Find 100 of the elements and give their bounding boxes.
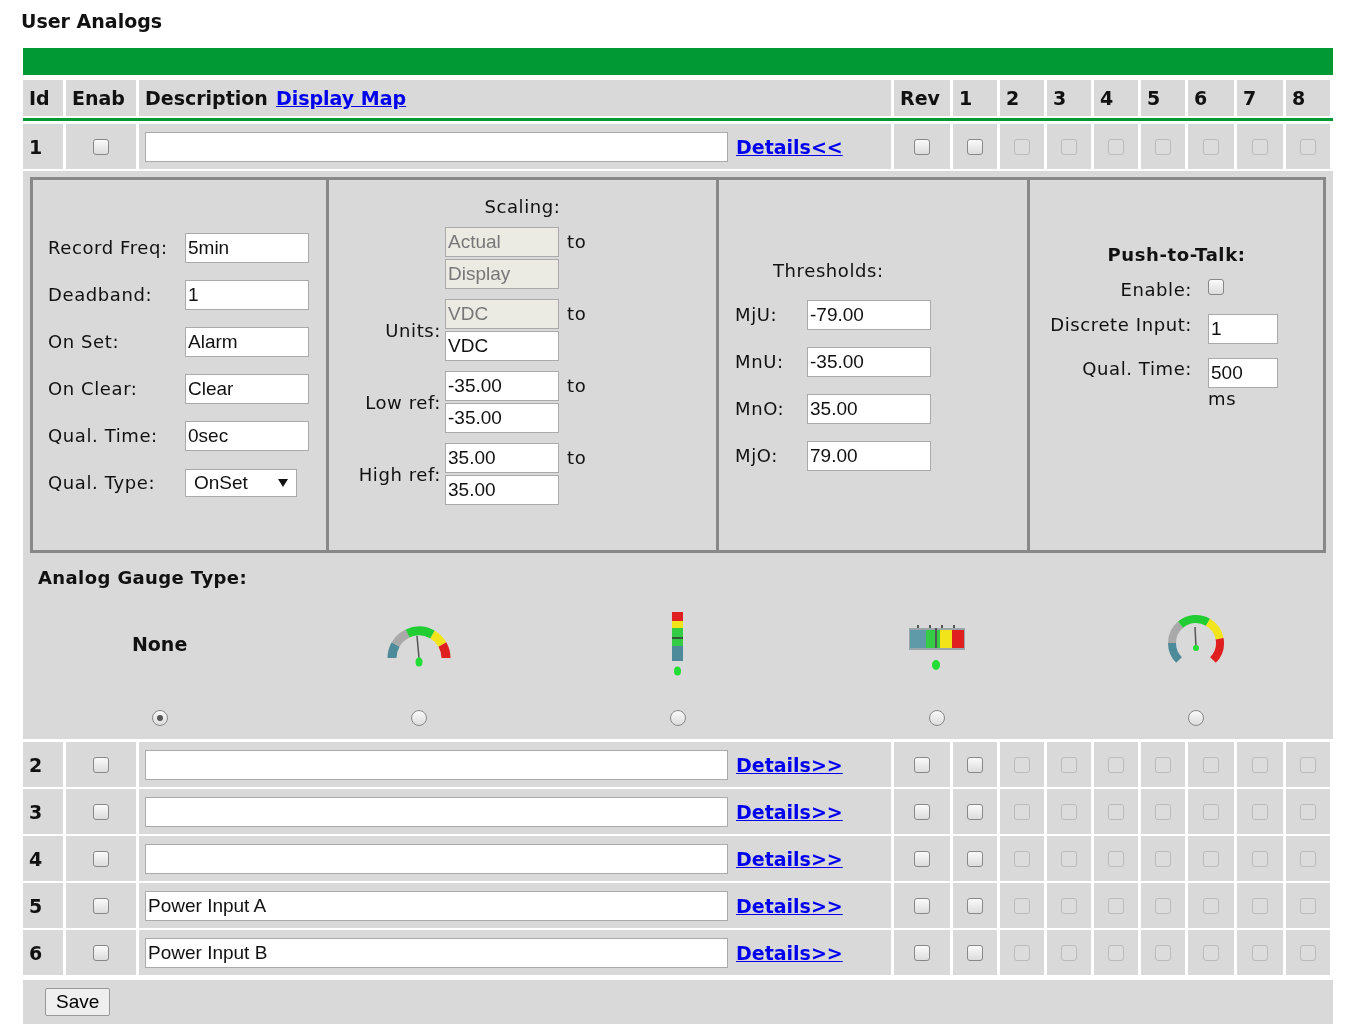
details-link[interactable]: Details>>	[736, 847, 843, 870]
field-label: MjO:	[735, 445, 779, 466]
description-field[interactable]	[145, 131, 728, 162]
field-label: Units:	[385, 319, 441, 341]
description-field[interactable]: Power Input A	[145, 890, 728, 921]
enable-checkbox[interactable]	[93, 944, 109, 961]
page-title: User Analogs	[21, 10, 164, 34]
description-field[interactable]	[145, 749, 728, 780]
column-header: 6	[1188, 80, 1234, 116]
section-title: Push-to-Talk:	[1106, 244, 1247, 265]
gauge-radio[interactable]	[929, 710, 946, 726]
qual-type-select[interactable]: OnSet	[185, 468, 297, 497]
column-header: 4	[1094, 80, 1138, 116]
description-field[interactable]	[145, 796, 728, 827]
column-header: 5	[1141, 80, 1185, 116]
field-label: High ref:	[358, 463, 441, 485]
field-label: Qual. Time:	[48, 425, 159, 446]
input-field[interactable]: 0sec	[185, 420, 309, 451]
field-label: Enable:	[1119, 279, 1193, 300]
input-field[interactable]: 5min	[185, 232, 309, 263]
details-link[interactable]: Details>>	[736, 894, 843, 917]
to-label: to	[567, 303, 587, 324]
input-field[interactable]: Clear	[185, 373, 309, 404]
input-field[interactable]: 1	[185, 279, 309, 310]
gauge-radio[interactable]	[410, 710, 427, 726]
enable-checkbox[interactable]	[93, 756, 109, 773]
description-field[interactable]: Power Input B	[145, 937, 728, 968]
column-header: Enab	[66, 80, 136, 116]
row-id: 4	[23, 836, 63, 881]
field-label: MnU:	[735, 351, 785, 372]
section-title: Scaling:	[483, 196, 562, 217]
enable-checkbox[interactable]	[93, 897, 109, 914]
rev-checkbox[interactable]	[914, 756, 930, 773]
rev-checkbox[interactable]	[914, 944, 930, 961]
field-label: Record Freq:	[48, 237, 169, 258]
input-field[interactable]: -79.00	[807, 299, 931, 330]
row-id: 2	[23, 742, 63, 787]
rev-checkbox[interactable]	[914, 897, 930, 914]
row-id: 6	[23, 930, 63, 975]
details-link[interactable]: Details>>	[736, 753, 843, 776]
input-field[interactable]: Alarm	[185, 326, 309, 357]
row-id: 1	[23, 124, 63, 169]
field-label: MnO:	[735, 398, 786, 419]
rev-checkbox[interactable]	[914, 138, 930, 155]
output-checkbox[interactable]	[967, 803, 983, 820]
description-field[interactable]	[145, 843, 728, 874]
input-field[interactable]: 35.00	[445, 475, 559, 505]
input-field[interactable]: 35.00	[807, 393, 931, 424]
gauge-option-label: None	[131, 633, 188, 655]
output-checkbox[interactable]	[967, 138, 983, 155]
to-label: to	[567, 375, 587, 396]
field-label: On Clear:	[48, 378, 139, 399]
section-title: Thresholds:	[772, 260, 885, 281]
input-field[interactable]: 35.00	[445, 443, 559, 473]
gauge-radio[interactable]	[151, 710, 168, 726]
output-checkbox[interactable]	[967, 850, 983, 867]
column-header: 3	[1047, 80, 1091, 116]
enable-checkbox[interactable]	[1208, 279, 1224, 295]
field-label: Deadband:	[48, 284, 154, 305]
row-id: 3	[23, 789, 63, 834]
enable-checkbox[interactable]	[93, 803, 109, 820]
enable-checkbox[interactable]	[93, 138, 109, 155]
details-link[interactable]: Details>>	[736, 800, 843, 823]
section-title: Analog Gauge Type:	[38, 567, 249, 588]
to-label: to	[567, 231, 587, 252]
save-button[interactable]: Save	[45, 988, 111, 1016]
column-header: 8	[1286, 80, 1330, 116]
column-header: 7	[1237, 80, 1283, 116]
column-header: Id	[23, 80, 63, 116]
field-label: On Set:	[48, 331, 121, 352]
output-checkbox[interactable]	[967, 944, 983, 961]
column-header: 2	[1000, 80, 1044, 116]
unit-label: ms	[1208, 388, 1238, 409]
input-field[interactable]: -35.00	[445, 403, 559, 433]
details-link[interactable]: Details<<	[736, 135, 843, 158]
details-link[interactable]: Details>>	[736, 941, 843, 964]
field-label: Discrete Input:	[1049, 314, 1193, 335]
row-id: 5	[23, 883, 63, 928]
output-checkbox[interactable]	[967, 756, 983, 773]
input-field[interactable]: -35.00	[807, 346, 931, 377]
column-header: Description	[145, 87, 268, 109]
input-field[interactable]: 79.00	[807, 440, 931, 471]
caret-icon	[278, 477, 288, 488]
rev-checkbox[interactable]	[914, 803, 930, 820]
field-label: MjU:	[735, 304, 779, 325]
input-field[interactable]: 1	[1208, 314, 1278, 344]
rev-checkbox[interactable]	[914, 850, 930, 867]
display-map-link[interactable]: Display Map	[275, 87, 407, 109]
gauge-radio[interactable]	[670, 710, 686, 726]
field-label: Low ref:	[365, 391, 441, 413]
to-label: to	[567, 447, 587, 468]
output-checkbox[interactable]	[967, 897, 983, 914]
input-field[interactable]: -35.00	[445, 371, 559, 401]
field-label: Qual. Type:	[48, 472, 157, 493]
input-field[interactable]: 500	[1208, 358, 1278, 388]
column-header: 1	[953, 80, 997, 116]
input-field[interactable]: VDC	[445, 331, 559, 361]
field-label: Qual. Time:	[1081, 358, 1193, 379]
gauge-radio[interactable]	[1188, 710, 1205, 726]
enable-checkbox[interactable]	[93, 850, 109, 867]
